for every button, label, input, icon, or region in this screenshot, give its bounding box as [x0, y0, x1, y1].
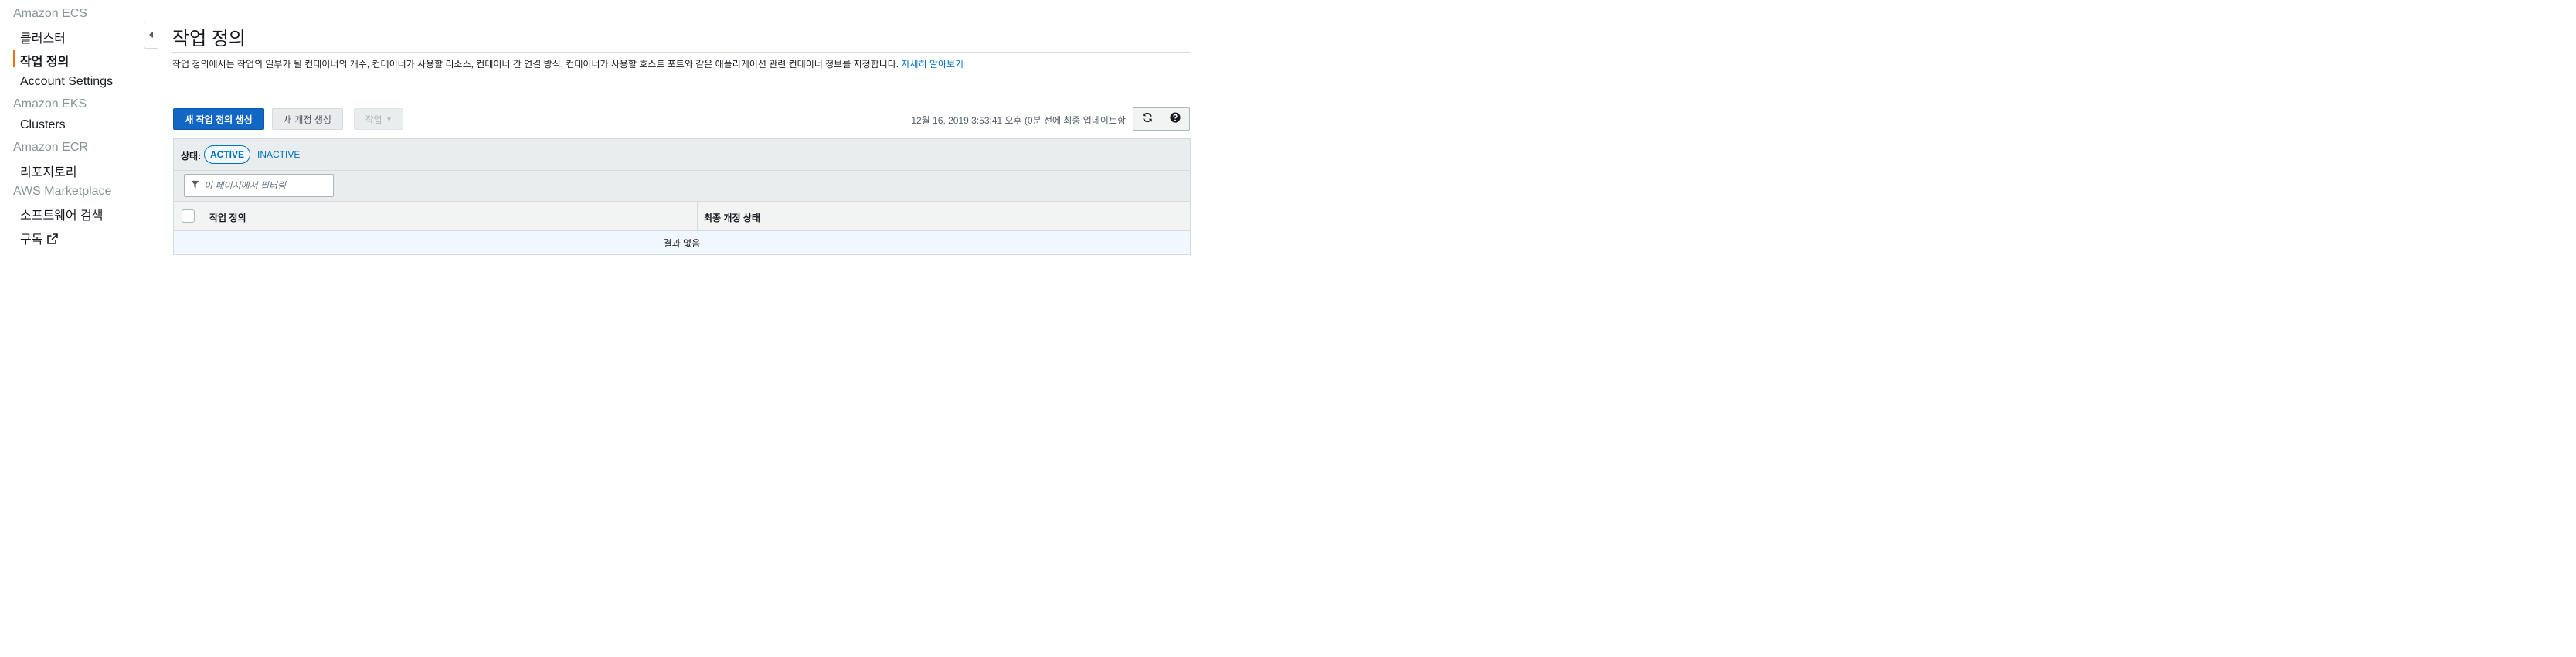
- status-label: 상태:: [181, 151, 202, 162]
- sidebar-collapse-button[interactable]: [144, 22, 158, 49]
- filter-field[interactable]: [184, 174, 334, 197]
- status-active-toggle[interactable]: ACTIVE: [204, 145, 251, 164]
- page-description: 작업 정의에서는 작업의 일부가 될 컨테이너의 개수, 컨테이너가 사용할 리…: [172, 57, 963, 70]
- refresh-icon: [1142, 112, 1153, 127]
- filter-area: [174, 171, 1190, 202]
- create-task-definition-button[interactable]: 새 작업 정의 생성: [173, 108, 264, 130]
- help-icon: [1170, 111, 1181, 127]
- sidebar-item-subscriptions-label: 구독: [20, 233, 43, 247]
- active-indicator: [13, 50, 15, 67]
- external-link-icon: [46, 233, 59, 249]
- title-divider: [172, 52, 1190, 53]
- status-filter-bar: 상태: ACTIVE INACTIVE: [174, 139, 1190, 171]
- select-all-checkbox[interactable]: [181, 209, 195, 223]
- learn-more-link[interactable]: 자세히 알아보기: [901, 59, 963, 70]
- empty-results-row: 결과 없음: [174, 231, 1190, 254]
- refresh-button[interactable]: [1133, 107, 1161, 131]
- page-title: 작업 정의: [172, 29, 246, 49]
- sidebar-section-ecs[interactable]: Amazon ECS: [13, 7, 87, 21]
- caret-down-icon: ▼: [386, 115, 393, 123]
- filter-icon: [191, 179, 199, 192]
- caret-left-icon: [148, 29, 155, 43]
- column-divider: [697, 202, 698, 230]
- last-updated-timestamp: 12월 16, 2019 3:53:41 오후 (0분 전에 최종 업데이트함: [911, 115, 1126, 126]
- sidebar: Amazon ECS 클러스터 작업 정의 Account Settings A…: [0, 0, 158, 309]
- task-definitions-table-panel: 상태: ACTIVE INACTIVE 작업 정의 최종 개정 상태 결과 없음: [173, 138, 1191, 255]
- create-new-revision-button[interactable]: 새 개정 생성: [272, 108, 343, 130]
- table-header: 작업 정의 최종 개정 상태: [174, 202, 1190, 231]
- sidebar-item-subscriptions[interactable]: 구독: [20, 229, 59, 249]
- sidebar-item-task-definitions[interactable]: 작업 정의: [20, 51, 69, 70]
- select-all-cell: [174, 202, 202, 230]
- help-button[interactable]: [1161, 107, 1190, 131]
- sidebar-item-discover-software[interactable]: 소프트웨어 검색: [20, 205, 104, 223]
- column-header-task-definition[interactable]: 작업 정의: [209, 211, 246, 224]
- sidebar-section-eks[interactable]: Amazon EKS: [13, 97, 87, 111]
- sidebar-section-ecr[interactable]: Amazon ECR: [13, 141, 88, 155]
- actions-dropdown[interactable]: 작업 ▼: [354, 108, 403, 130]
- sidebar-section-marketplace[interactable]: AWS Marketplace: [13, 185, 111, 199]
- sidebar-item-account-settings[interactable]: Account Settings: [20, 75, 113, 89]
- actions-label: 작업: [365, 114, 382, 125]
- column-header-latest-revision-status[interactable]: 최종 개정 상태: [704, 211, 760, 224]
- sidebar-item-eks-clusters[interactable]: Clusters: [20, 118, 66, 132]
- sidebar-item-repositories[interactable]: 리포지토리: [20, 162, 77, 180]
- sidebar-item-clusters[interactable]: 클러스터: [20, 28, 66, 46]
- filter-input[interactable]: [202, 179, 329, 192]
- description-text: 작업 정의에서는 작업의 일부가 될 컨테이너의 개수, 컨테이너가 사용할 리…: [172, 59, 899, 70]
- status-inactive-toggle[interactable]: INACTIVE: [257, 149, 300, 160]
